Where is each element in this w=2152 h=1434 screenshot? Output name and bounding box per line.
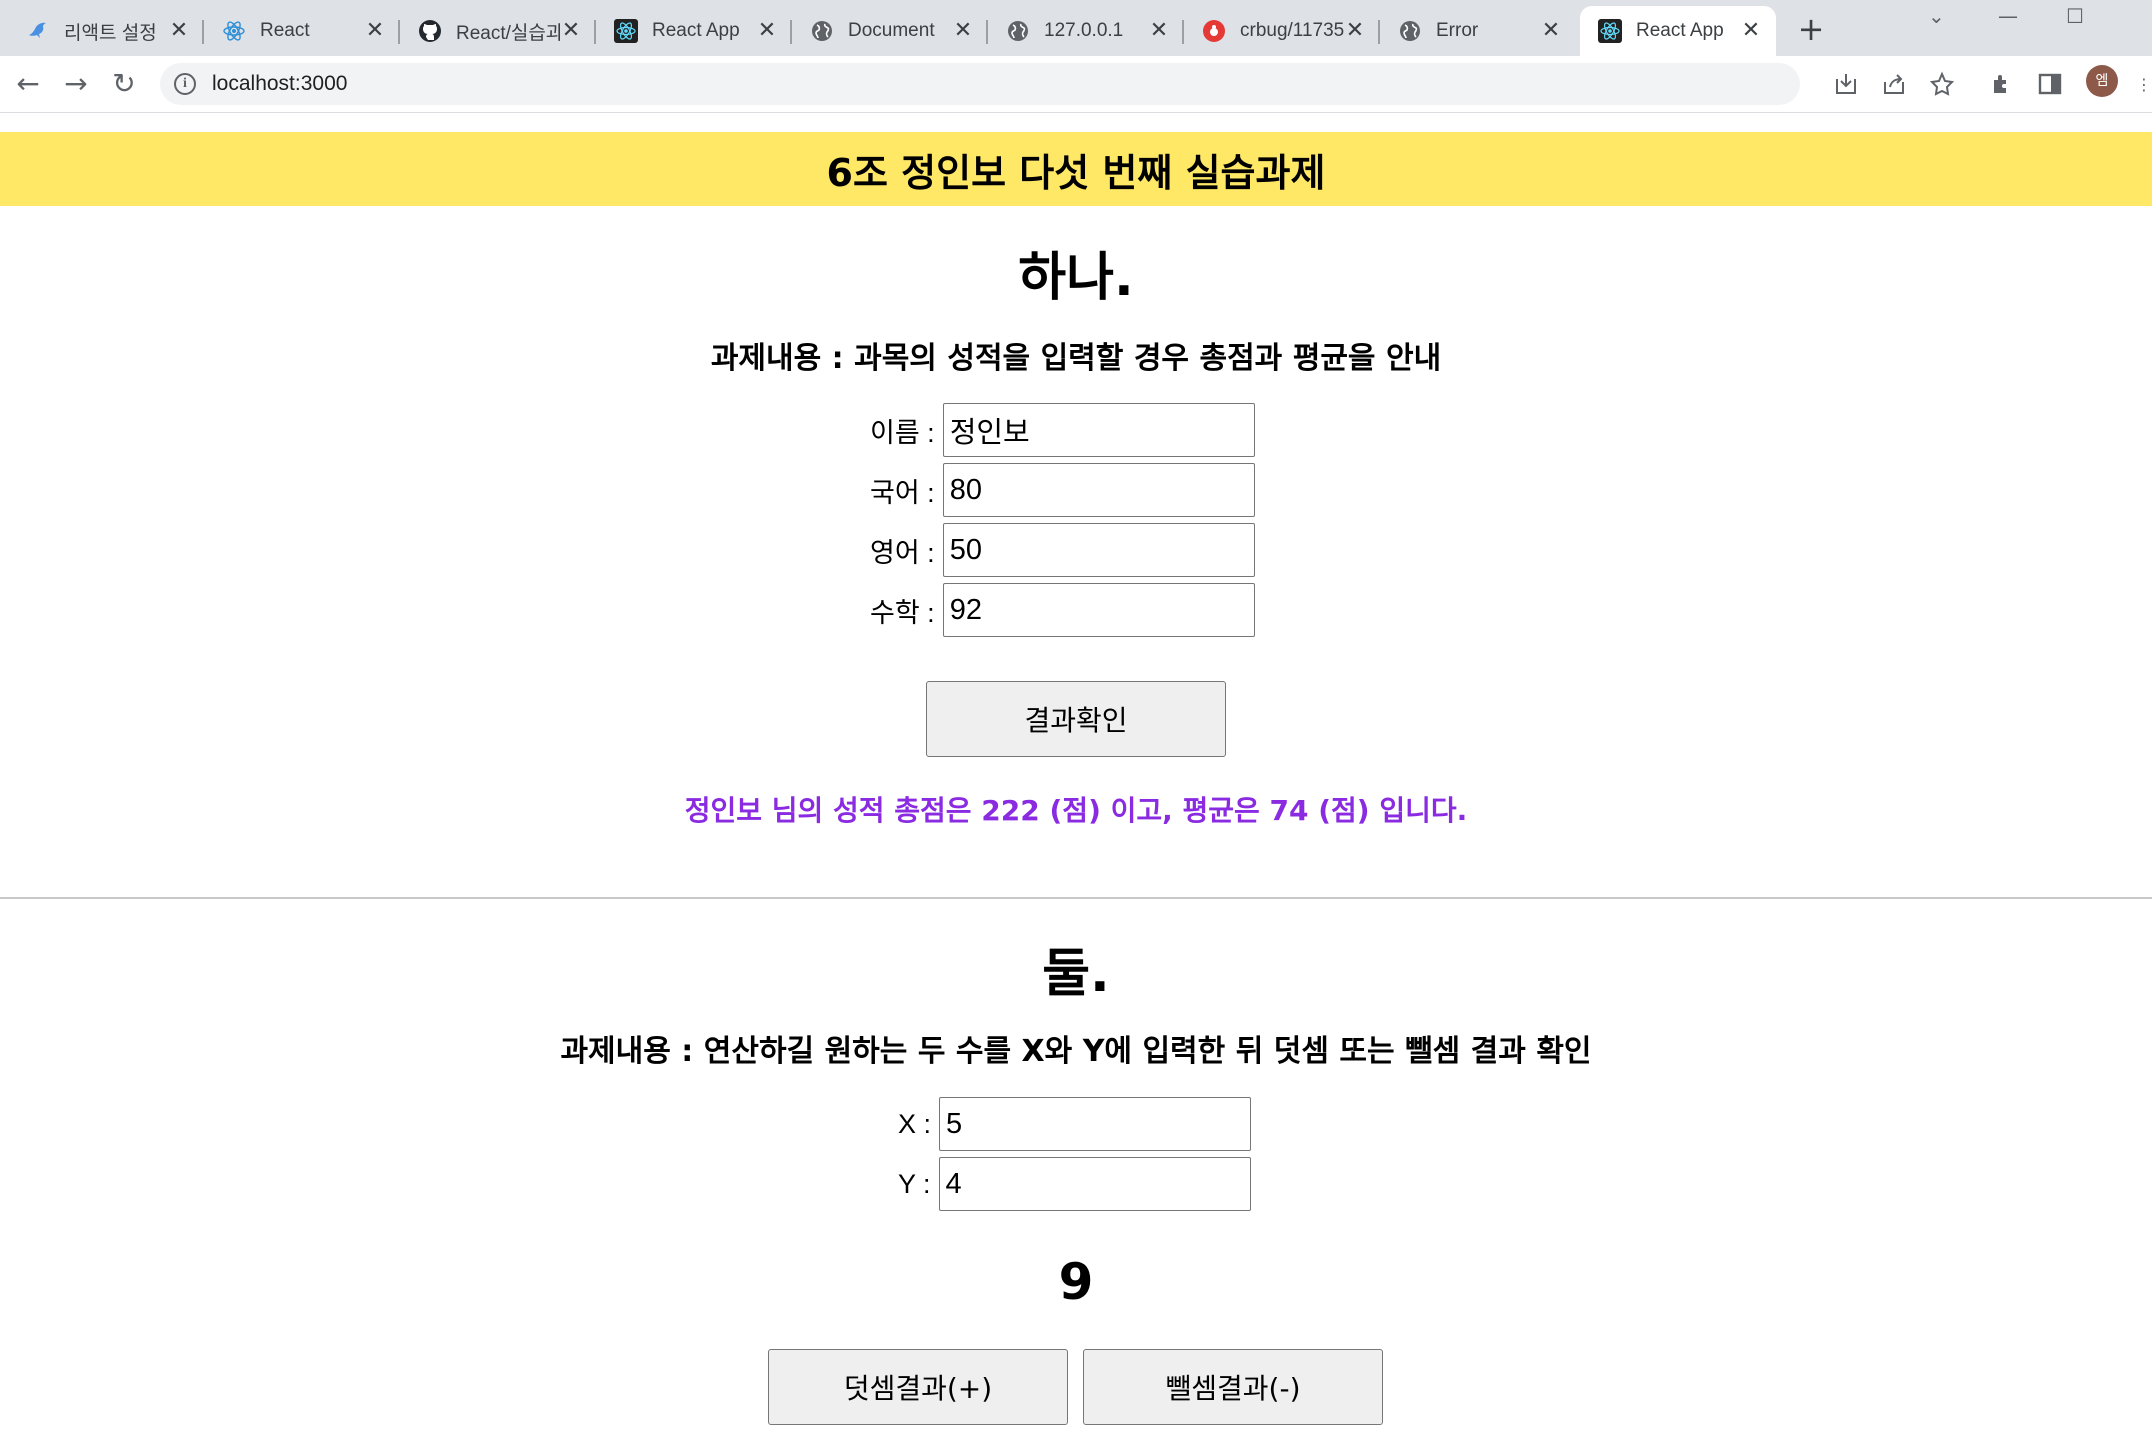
add-result-button[interactable]: 덧셈결과(+) xyxy=(768,1349,1068,1425)
browser-tab[interactable]: 리액트 설정 ✕ xyxy=(8,6,204,56)
y-field-row: Y : 4 xyxy=(898,1157,1251,1211)
math-score-input[interactable]: 92 xyxy=(942,583,1255,637)
minimize-icon[interactable]: — xyxy=(1998,4,2018,28)
subtract-result-button[interactable]: 뺄셈결과(-) xyxy=(1083,1349,1383,1425)
close-icon[interactable]: ✕ xyxy=(756,20,778,42)
globe-icon xyxy=(1398,19,1422,43)
url-text[interactable]: localhost:3000 xyxy=(212,72,347,96)
field-label: Y : xyxy=(898,1168,931,1199)
tab-strip: 리액트 설정 ✕ React ✕ React/실습과 ✕ React App ✕… xyxy=(0,0,2152,56)
extensions-icon[interactable] xyxy=(1988,70,2016,98)
english-score-row: 영어 : 50 xyxy=(870,523,1255,577)
close-icon[interactable]: ✕ xyxy=(1148,20,1170,42)
tab-title: React App xyxy=(652,20,740,41)
avatar[interactable]: 엠 xyxy=(2086,65,2118,97)
section-description: 과제내용 : 연산하길 원하는 두 수를 X와 Y에 입력한 뒤 덧셈 또는 뺄… xyxy=(560,1034,1592,1069)
section-description: 과제내용 : 과목의 성적을 입력할 경우 총점과 평균을 안내 xyxy=(710,341,1442,376)
section-divider xyxy=(0,897,2152,899)
section-heading: 하나. xyxy=(1018,248,1134,308)
x-field-row: X : 5 xyxy=(898,1097,1252,1151)
y-input[interactable]: 4 xyxy=(938,1157,1251,1211)
address-bar[interactable]: i localhost:3000 xyxy=(160,63,1800,105)
browser-tab-active[interactable]: React App ✕ xyxy=(1580,6,1776,56)
reload-icon[interactable]: ↻ xyxy=(108,68,140,100)
close-icon[interactable]: ✕ xyxy=(1740,20,1762,42)
react-app-icon xyxy=(1598,19,1622,43)
bookmark-star-icon[interactable] xyxy=(1928,70,1956,98)
close-icon[interactable]: ✕ xyxy=(1344,20,1366,42)
browser-tab[interactable]: Error ✕ xyxy=(1380,6,1576,56)
tab-title: crbug/11735 xyxy=(1240,20,1344,41)
install-app-icon[interactable] xyxy=(1832,70,1860,98)
browser-toolbar: ← → ↻ i localhost:3000 ⋮ xyxy=(0,56,2152,113)
site-info-icon[interactable]: i xyxy=(174,73,196,95)
field-label: 이름 : xyxy=(870,417,935,448)
react-app-icon xyxy=(614,19,638,43)
share-icon[interactable] xyxy=(1880,70,1908,98)
section-heading: 둘. xyxy=(1042,944,1110,1004)
close-icon[interactable]: ✕ xyxy=(364,20,386,42)
english-score-input[interactable]: 50 xyxy=(942,523,1255,577)
math-score-row: 수학 : 92 xyxy=(870,583,1255,637)
tab-title: 리액트 설정 xyxy=(64,22,157,44)
close-icon[interactable]: ✕ xyxy=(952,20,974,42)
forward-arrow-icon[interactable]: → xyxy=(60,68,92,100)
tab-title: React xyxy=(260,20,310,41)
tab-title: Error xyxy=(1436,20,1479,41)
tab-title: React/실습과 xyxy=(456,22,560,44)
page-title-banner: 6조 정인보 다섯 번째 실습과제 xyxy=(0,132,2152,206)
close-icon[interactable]: ✕ xyxy=(1540,20,1562,42)
back-arrow-icon[interactable]: ← xyxy=(12,68,44,100)
calc-result: 9 xyxy=(1058,1253,1094,1311)
menu-kebab-icon[interactable]: ⋮ xyxy=(2136,70,2152,98)
maximize-icon[interactable]: ☐ xyxy=(2066,4,2084,28)
close-icon[interactable]: ✕ xyxy=(168,20,190,42)
check-result-button[interactable]: 결과확인 xyxy=(926,681,1226,757)
browser-tab[interactable]: 127.0.0.1 ✕ xyxy=(988,6,1184,56)
new-tab-button[interactable]: + xyxy=(1794,12,1828,46)
tab-title: Document xyxy=(848,20,935,41)
field-label: X : xyxy=(898,1108,932,1139)
browser-tab[interactable]: Document ✕ xyxy=(792,6,988,56)
field-label: 국어 : xyxy=(870,477,935,508)
name-input[interactable]: 정인보 xyxy=(942,403,1255,457)
browser-tab[interactable]: React ✕ xyxy=(204,6,400,56)
name-field-row: 이름 : 정인보 xyxy=(870,403,1255,457)
field-label: 영어 : xyxy=(870,537,935,568)
github-icon xyxy=(418,19,442,43)
tab-title: 127.0.0.1 xyxy=(1044,20,1124,41)
score-result-text: 정인보 님의 성적 총점은 222 (점) 이고, 평균은 74 (점) 입니다… xyxy=(684,794,1468,827)
globe-icon xyxy=(810,19,834,43)
tab-title: React App xyxy=(1636,20,1724,41)
dolphin-icon xyxy=(26,19,50,43)
field-label: 수학 : xyxy=(870,597,935,628)
browser-tab[interactable]: React App ✕ xyxy=(596,6,792,56)
page-content: 6조 정인보 다섯 번째 실습과제 하나. 과제내용 : 과목의 성적을 입력할… xyxy=(0,113,2152,1434)
side-panel-icon[interactable] xyxy=(2036,70,2064,98)
browser-tab[interactable]: React/실습과 ✕ xyxy=(400,6,596,56)
korean-score-input[interactable]: 80 xyxy=(942,463,1255,517)
x-input[interactable]: 5 xyxy=(939,1097,1252,1151)
bug-icon xyxy=(1202,19,1226,43)
globe-icon xyxy=(1006,19,1030,43)
korean-score-row: 국어 : 80 xyxy=(870,463,1255,517)
close-icon[interactable]: ✕ xyxy=(560,20,582,42)
react-icon xyxy=(222,19,246,43)
browser-tab[interactable]: crbug/11735 ✕ xyxy=(1184,6,1380,56)
tab-search-icon[interactable]: ⌄ xyxy=(1928,4,1945,28)
